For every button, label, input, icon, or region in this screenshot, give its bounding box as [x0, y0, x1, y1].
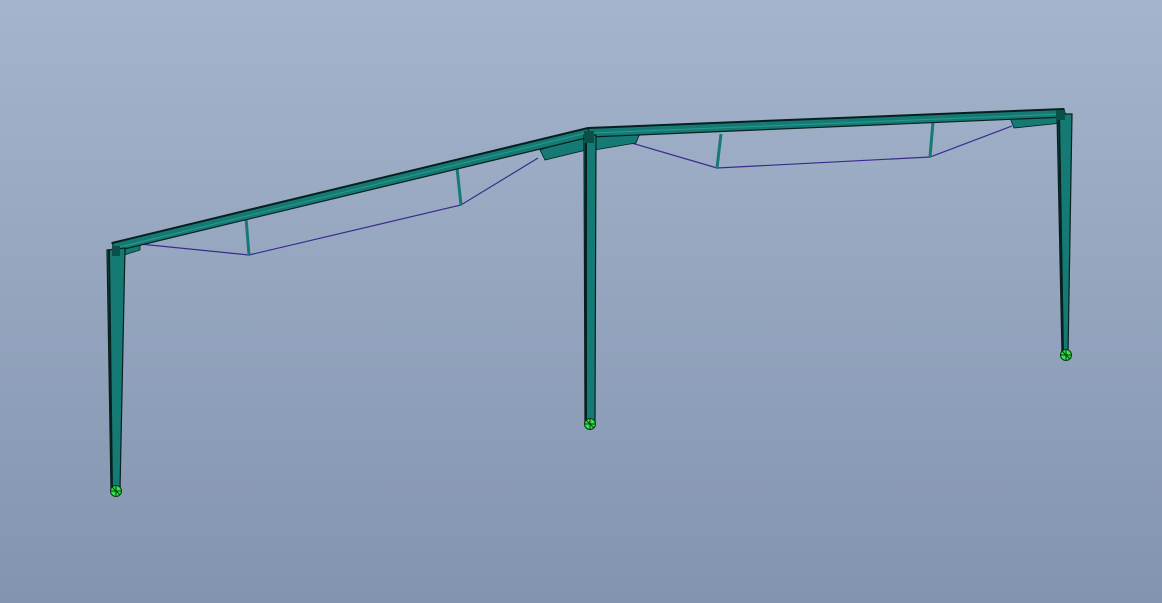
3d-model-viewport[interactable] — [0, 0, 1162, 603]
frame-model-canvas[interactable] — [0, 0, 1162, 603]
columns — [106, 113, 1073, 491]
strut-3[interactable] — [715, 133, 723, 169]
right-knee-joint[interactable] — [1056, 110, 1065, 120]
ridge-joint[interactable] — [584, 131, 594, 143]
strut-2[interactable] — [455, 167, 463, 206]
fixed-support-icon[interactable] — [584, 418, 596, 430]
fixed-support-icon[interactable] — [1060, 349, 1072, 361]
fixed-support-icon[interactable] — [110, 485, 122, 497]
right-rafter-highlight — [591, 113, 1063, 134]
strut-1[interactable] — [244, 217, 251, 256]
left-knee-joint[interactable] — [112, 246, 120, 256]
left-span-brace-cable[interactable] — [139, 157, 539, 256]
left-rafter-flange — [111, 127, 589, 244]
left-rafter[interactable] — [111, 127, 591, 252]
strut-4[interactable] — [928, 121, 935, 158]
